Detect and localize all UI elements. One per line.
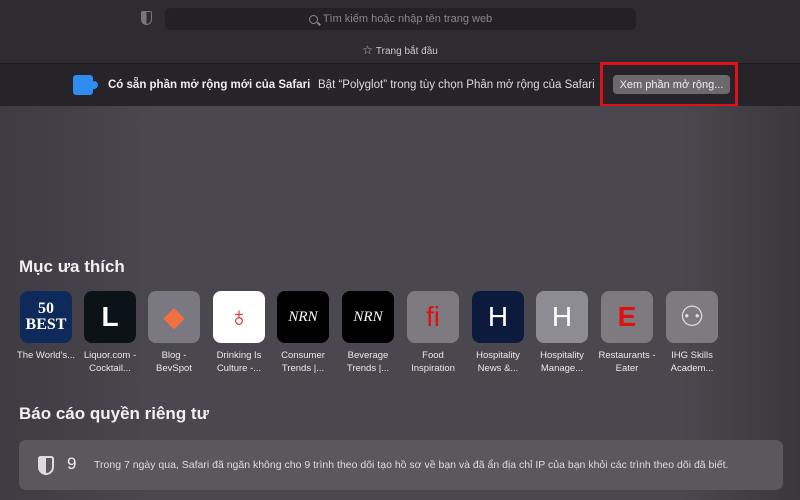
favorite-item[interactable]: L Liquor.com - Cocktail... <box>81 291 139 375</box>
favorites-heading: Mục ưa thích <box>19 257 125 276</box>
banner-title: Có sẵn phần mở rộng mới của Safari <box>108 79 311 91</box>
address-bar[interactable]: Tìm kiếm hoặc nhập tên trang web <box>165 8 636 30</box>
favorite-item[interactable]: 50 BEST The World's... <box>17 291 75 362</box>
puzzle-icon <box>73 75 98 95</box>
banner-message: Bật “Polyglot” trong tùy chọn Phần mở rộ… <box>318 79 595 91</box>
favorite-item[interactable]: fi Food Inspiration <box>404 291 462 375</box>
favorite-item[interactable]: H Hospitality News &... <box>469 291 527 375</box>
favorite-label: IHG Skills Academ... <box>670 350 714 374</box>
favorite-label: Beverage Trends |... <box>346 350 390 374</box>
privacy-report-card[interactable]: 9 Trong 7 ngày qua, Safari đã ngăn không… <box>19 440 783 490</box>
favorite-label: Hospitality News &... <box>476 350 520 374</box>
favorite-glyph: H <box>551 301 573 332</box>
favorite-glyph: NRN <box>353 308 383 325</box>
favorites-bar-label: Trang bắt đầu <box>375 46 438 57</box>
favorite-icon: NRN <box>277 291 329 343</box>
toolbar: Tìm kiếm hoặc nhập tên trang web ☆ Trang … <box>0 0 800 63</box>
privacy-summary: Trong 7 ngày qua, Safari đã ngăn không c… <box>94 459 729 471</box>
favorites-bar-item[interactable]: ☆ Trang bắt đầu <box>0 43 800 57</box>
favorite-icon: E <box>601 291 653 343</box>
favorite-glyph: 50 BEST <box>25 300 67 333</box>
favorite-item[interactable]: NRN Beverage Trends |... <box>339 291 397 375</box>
favorite-icon: H <box>472 291 524 343</box>
tracker-count: 9 <box>67 454 77 473</box>
shield-icon <box>38 456 54 475</box>
favorite-item[interactable]: NRN Consumer Trends |... <box>274 291 332 375</box>
favorite-glyph: L <box>101 301 119 332</box>
favorite-icon: 50 BEST <box>20 291 72 343</box>
favorite-glyph: NRN <box>288 308 318 325</box>
search-placeholder: Tìm kiếm hoặc nhập tên trang web <box>322 13 493 25</box>
favorite-label: Food Inspiration <box>411 350 455 374</box>
favorite-item[interactable]: ⚇ IHG Skills Academ... <box>663 291 721 375</box>
favorite-glyph: fi <box>426 301 440 332</box>
favorite-icon: fi <box>407 291 459 343</box>
privacy-heading: Báo cáo quyền riêng tư <box>19 404 209 423</box>
favorite-icon: H <box>536 291 588 343</box>
favorite-glyph: ♁ <box>228 301 250 332</box>
favorite-label: The World's... <box>16 350 76 361</box>
favorite-label: Hospitality Manage... <box>540 350 584 374</box>
favorite-icon: ⚇ <box>666 291 718 343</box>
favorite-icon: ♁ <box>213 291 265 343</box>
star-icon: ☆ <box>362 43 373 57</box>
privacy-shield-icon[interactable] <box>141 11 152 25</box>
favorite-icon: NRN <box>342 291 394 343</box>
favorite-item[interactable]: ◆ Blog - BevSpot <box>145 291 203 375</box>
favorite-icon: L <box>84 291 136 343</box>
favorite-item[interactable]: ♁ Drinking Is Culture -... <box>210 291 268 375</box>
favorite-label: Restaurants - Eater <box>598 350 656 374</box>
view-extensions-button[interactable]: Xem phần mở rộng... <box>613 75 730 94</box>
favorite-label: Liquor.com - Cocktail... <box>83 350 137 374</box>
extension-banner: Có sẵn phần mở rộng mới của Safari Bật “… <box>0 63 800 106</box>
favorite-glyph: ◆ <box>163 301 185 332</box>
favorite-glyph: H <box>487 301 509 332</box>
search-icon <box>308 14 318 24</box>
favorite-item[interactable]: H Hospitality Manage... <box>533 291 591 375</box>
favorite-glyph: ⚇ <box>679 301 705 332</box>
favorite-glyph: E <box>617 301 637 332</box>
favorite-label: Consumer Trends |... <box>281 350 325 374</box>
favorite-icon: ◆ <box>148 291 200 343</box>
favorite-item[interactable]: E Restaurants - Eater <box>598 291 656 375</box>
favorite-label: Drinking Is Culture -... <box>216 350 262 374</box>
favorite-label: Blog - BevSpot <box>156 350 192 374</box>
